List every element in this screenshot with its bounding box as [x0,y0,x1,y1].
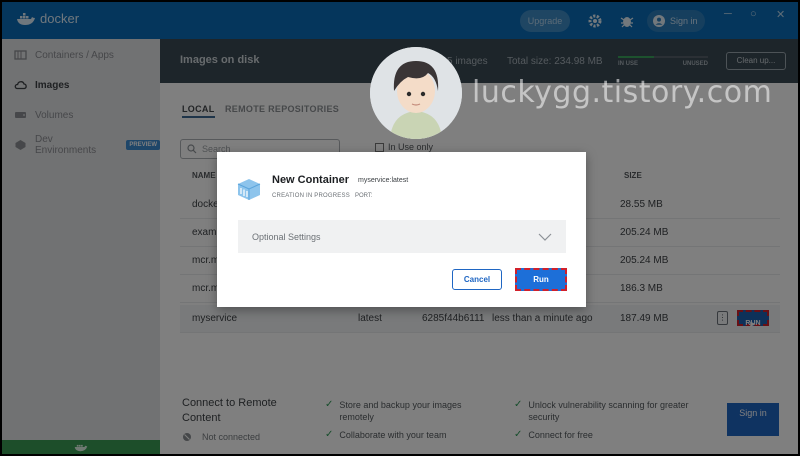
avatar-illustration [370,47,462,139]
optional-settings-accordion[interactable]: Optional Settings [238,220,566,253]
creation-status: CREATION IN PROGRESS [272,193,350,199]
cancel-button[interactable]: Cancel [452,269,502,290]
chevron-down-icon[interactable] [538,233,552,241]
optional-settings-label: Optional Settings [252,231,321,242]
container-cube-icon [237,179,261,200]
dialog-title: New Container [272,174,350,186]
port-label: PORT: [355,193,373,199]
watermark-text: luckygg.tistory.com [472,75,773,110]
run-button[interactable]: Run [515,268,567,291]
watermark-avatar [370,47,462,139]
dialog-image-tag: myservice:latest [358,177,409,184]
new-container-dialog: New Container myservice:latest CREATION … [217,152,586,307]
docker-desktop-window: docker Upgrade Sign in ─ ○ ✕ [2,2,798,454]
